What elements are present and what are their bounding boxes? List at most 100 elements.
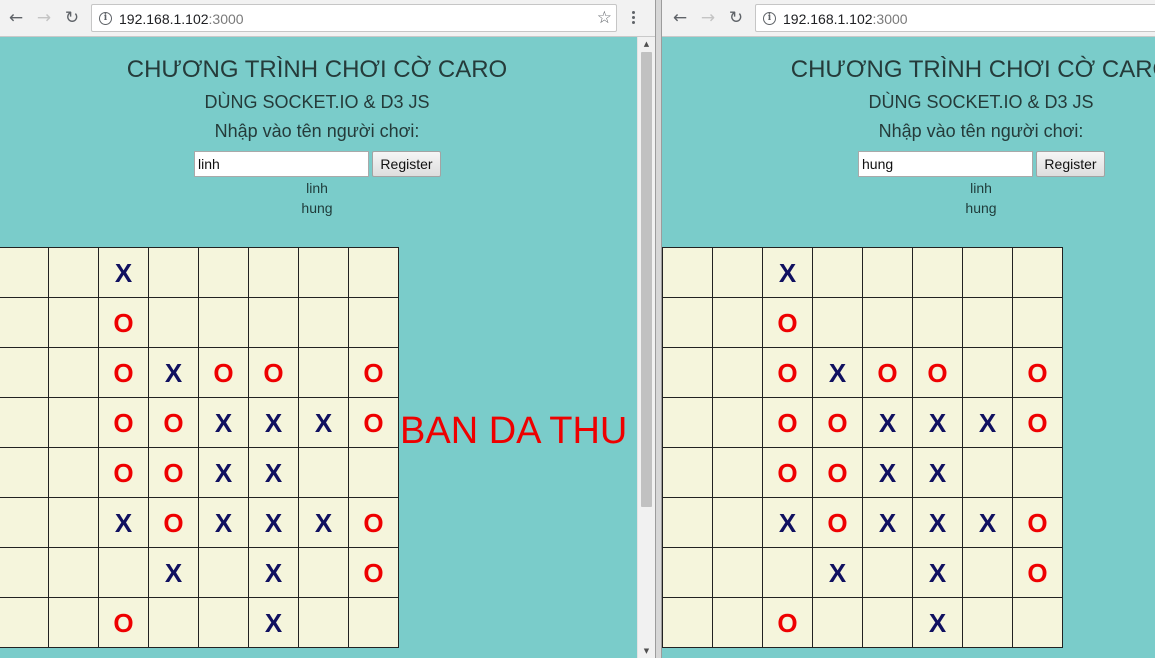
board-cell[interactable]: X — [812, 547, 863, 598]
board-cell[interactable] — [248, 297, 299, 348]
board-cell[interactable]: O — [348, 347, 399, 398]
board-cell[interactable]: X — [862, 447, 913, 498]
board-cell[interactable] — [1012, 247, 1063, 298]
board-cell[interactable]: X — [762, 497, 813, 548]
board-cell[interactable]: X — [812, 347, 863, 398]
board-cell[interactable]: X — [862, 497, 913, 548]
board-cell[interactable] — [962, 547, 1013, 598]
board-cell[interactable] — [198, 547, 249, 598]
board-cell[interactable] — [0, 447, 49, 498]
board-cell[interactable]: O — [98, 297, 149, 348]
board-cell[interactable] — [962, 447, 1013, 498]
player-name-input[interactable]: linh — [194, 151, 369, 177]
board-cell[interactable]: X — [148, 347, 199, 398]
board-cell[interactable] — [862, 547, 913, 598]
board-cell[interactable]: O — [1012, 497, 1063, 548]
board-cell[interactable] — [1012, 297, 1063, 348]
board-cell[interactable] — [662, 497, 713, 548]
board-cell[interactable]: O — [148, 497, 199, 548]
board-cell[interactable]: O — [762, 297, 813, 348]
address-bar[interactable]: i 192.168.1.102:3000 — [755, 4, 1155, 32]
board-cell[interactable]: O — [348, 547, 399, 598]
board-cell[interactable] — [298, 597, 349, 648]
board-cell[interactable]: O — [812, 497, 863, 548]
scroll-up-arrow-icon[interactable]: ▲ — [638, 37, 655, 51]
board-cell[interactable] — [348, 447, 399, 498]
board-cell[interactable] — [198, 247, 249, 298]
back-arrow-icon[interactable]: ← — [670, 9, 690, 27]
board-cell[interactable]: O — [198, 347, 249, 398]
board-cell[interactable]: X — [98, 247, 149, 298]
board-cell[interactable]: O — [348, 397, 399, 448]
board-cell[interactable]: X — [248, 397, 299, 448]
board-cell[interactable]: O — [348, 497, 399, 548]
board-cell[interactable] — [0, 247, 49, 298]
scroll-down-arrow-icon[interactable]: ▼ — [638, 644, 655, 658]
board-cell[interactable]: O — [248, 347, 299, 398]
board-cell[interactable] — [298, 247, 349, 298]
vertical-scrollbar[interactable]: ▲ ▼ — [637, 37, 655, 658]
board-cell[interactable]: O — [862, 347, 913, 398]
back-arrow-icon[interactable]: ← — [6, 9, 26, 27]
board-cell[interactable] — [0, 397, 49, 448]
board-cell[interactable] — [148, 297, 199, 348]
board-cell[interactable]: O — [98, 597, 149, 648]
board-cell[interactable]: O — [98, 447, 149, 498]
register-button[interactable]: Register — [1036, 151, 1105, 177]
board-cell[interactable]: O — [812, 447, 863, 498]
board-cell[interactable] — [962, 347, 1013, 398]
board-cell[interactable] — [298, 547, 349, 598]
board-cell[interactable] — [0, 497, 49, 548]
board-cell[interactable] — [198, 297, 249, 348]
board-cell[interactable] — [712, 597, 763, 648]
board-cell[interactable] — [348, 297, 399, 348]
board-cell[interactable] — [962, 597, 1013, 648]
board-cell[interactable]: X — [298, 397, 349, 448]
board-cell[interactable] — [712, 297, 763, 348]
board-cell[interactable]: X — [762, 247, 813, 298]
board-cell[interactable] — [248, 247, 299, 298]
board-cell[interactable] — [912, 297, 963, 348]
board-cell[interactable]: O — [98, 347, 149, 398]
board-cell[interactable]: X — [198, 497, 249, 548]
board-cell[interactable]: O — [762, 397, 813, 448]
board-cell[interactable] — [662, 347, 713, 398]
board-cell[interactable]: X — [912, 447, 963, 498]
board-cell[interactable] — [48, 547, 99, 598]
info-icon[interactable]: i — [763, 12, 776, 25]
board-cell[interactable] — [712, 247, 763, 298]
board-cell[interactable]: X — [912, 547, 963, 598]
forward-arrow-icon[interactable]: → — [698, 9, 718, 27]
board-cell[interactable] — [912, 247, 963, 298]
board-cell[interactable] — [812, 297, 863, 348]
board-cell[interactable] — [298, 297, 349, 348]
board-cell[interactable] — [298, 347, 349, 398]
board-cell[interactable] — [48, 247, 99, 298]
board-cell[interactable] — [712, 497, 763, 548]
board-cell[interactable]: X — [912, 397, 963, 448]
board-cell[interactable] — [962, 247, 1013, 298]
board-cell[interactable]: X — [862, 397, 913, 448]
board-cell[interactable] — [48, 397, 99, 448]
board-cell[interactable] — [862, 247, 913, 298]
board-cell[interactable]: X — [148, 547, 199, 598]
board-cell[interactable]: X — [912, 497, 963, 548]
board-cell[interactable] — [198, 597, 249, 648]
player-name-input[interactable]: hung — [858, 151, 1033, 177]
board-cell[interactable] — [662, 297, 713, 348]
board-cell[interactable] — [662, 597, 713, 648]
board-cell[interactable] — [812, 597, 863, 648]
board-cell[interactable] — [662, 547, 713, 598]
board-cell[interactable] — [662, 397, 713, 448]
board-cell[interactable] — [98, 547, 149, 598]
board-cell[interactable] — [48, 497, 99, 548]
board-cell[interactable]: O — [1012, 397, 1063, 448]
info-icon[interactable]: i — [99, 12, 112, 25]
board-cell[interactable]: X — [962, 397, 1013, 448]
board-cell[interactable] — [662, 447, 713, 498]
forward-arrow-icon[interactable]: → — [34, 9, 54, 27]
board-cell[interactable] — [48, 297, 99, 348]
scroll-thumb[interactable] — [641, 52, 652, 507]
board-cell[interactable] — [962, 297, 1013, 348]
board-cell[interactable] — [712, 347, 763, 398]
